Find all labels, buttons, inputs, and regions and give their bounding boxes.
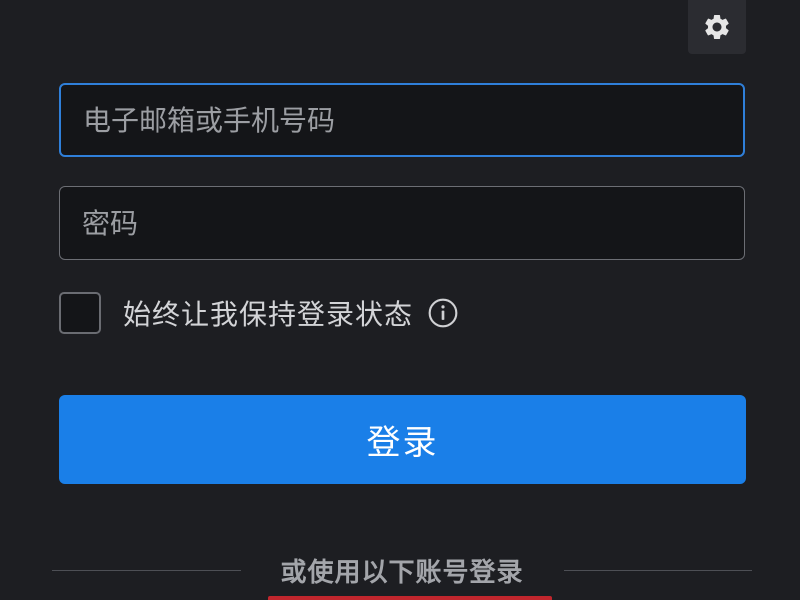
settings-button[interactable] — [688, 0, 746, 54]
gear-icon — [705, 14, 729, 39]
login-button[interactable]: 登录 — [59, 395, 746, 484]
remember-me-label[interactable]: 始终让我保持登录状态 — [123, 293, 413, 333]
social-login-button-partial[interactable] — [268, 596, 552, 600]
email-or-phone-input[interactable] — [59, 83, 745, 157]
info-icon[interactable] — [427, 297, 459, 329]
remember-me-checkbox[interactable] — [59, 292, 101, 334]
alternate-login-text: 或使用以下账号登录 — [280, 557, 524, 588]
alternate-login-divider: 或使用以下账号登录 — [52, 550, 753, 590]
divider-line-left — [52, 569, 241, 571]
remember-me-row: 始终让我保持登录状态 — [59, 290, 459, 336]
password-input[interactable] — [59, 186, 745, 260]
divider-line-right — [563, 569, 753, 571]
login-screen: 始终让我保持登录状态 登录 或使用以下账号登录 — [0, 0, 800, 600]
